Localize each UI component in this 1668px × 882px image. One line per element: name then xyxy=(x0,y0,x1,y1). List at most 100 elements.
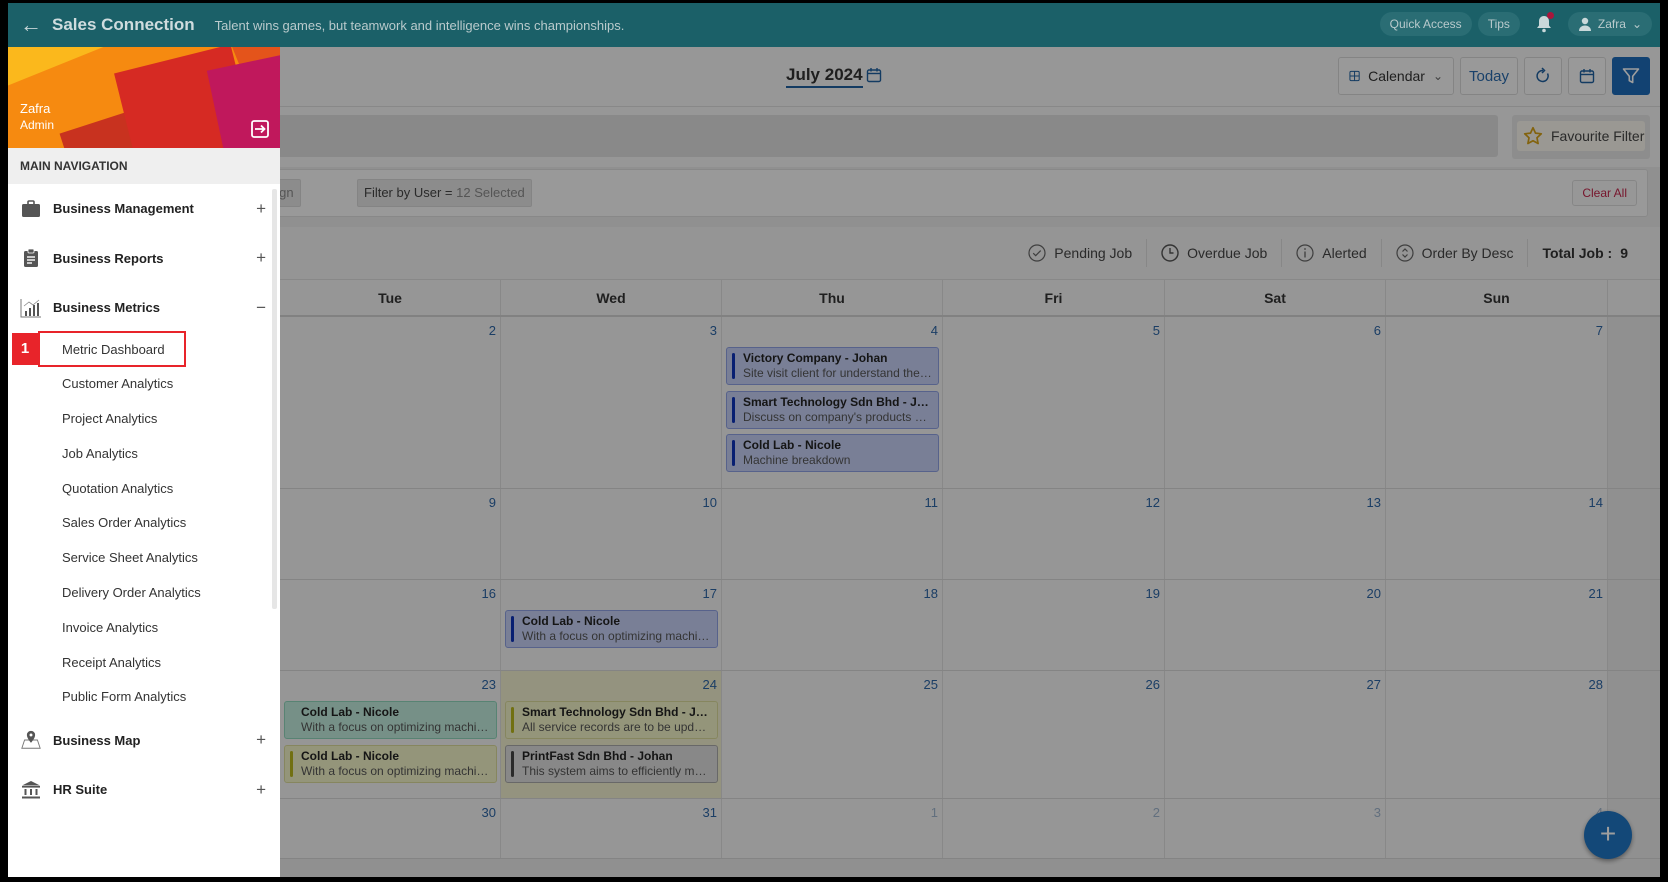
day-number[interactable]: 21 xyxy=(1589,586,1603,601)
sidebar-item-business-reports[interactable]: Business Reports + xyxy=(8,234,280,284)
sidebar-subitem-delivery-order-analytics[interactable]: Delivery Order Analytics xyxy=(8,576,280,611)
sidebar-item-business-map[interactable]: Business Map + xyxy=(8,715,280,765)
day-cell[interactable]: 7 xyxy=(1386,317,1608,488)
day-cell[interactable]: 3 xyxy=(1165,799,1386,858)
day-number[interactable]: 14 xyxy=(1589,495,1603,510)
user-menu[interactable]: Zafra ⌄ xyxy=(1567,12,1652,36)
logout-icon[interactable] xyxy=(250,119,270,144)
day-cell[interactable]: 4 xyxy=(1386,799,1608,858)
sidebar-subitem-metric-dashboard[interactable]: Metric Dashboard 1 xyxy=(8,330,280,368)
day-number[interactable]: 12 xyxy=(1146,495,1160,510)
day-number[interactable]: 18 xyxy=(924,586,938,601)
filter-chip-user[interactable]: Filter by User = 12 Selected xyxy=(357,179,532,207)
day-cell[interactable]: 31 xyxy=(501,799,722,858)
day-cell[interactable]: 13 xyxy=(1165,489,1386,579)
day-number[interactable]: 2 xyxy=(1153,805,1160,820)
sidebar-item-business-metrics[interactable]: Business Metrics − xyxy=(8,283,280,333)
day-cell[interactable]: 9 xyxy=(280,489,501,579)
clear-all-button[interactable]: Clear All xyxy=(1572,180,1637,206)
day-cell[interactable]: 18 xyxy=(722,580,943,670)
back-arrow-icon[interactable]: ← xyxy=(14,12,48,38)
quick-access-button[interactable]: Quick Access xyxy=(1379,12,1472,36)
day-number[interactable]: 20 xyxy=(1367,586,1381,601)
expand-icon[interactable]: + xyxy=(256,199,266,219)
day-cell[interactable]: 4 Victory Company - Johan Site visit clien… xyxy=(722,317,943,488)
day-cell[interactable]: 3 xyxy=(501,317,722,488)
sidebar-item-business-management[interactable]: Business Management + xyxy=(8,184,280,234)
day-cell[interactable]: 6 xyxy=(1165,317,1386,488)
sidebar-subitem-invoice-analytics[interactable]: Invoice Analytics xyxy=(8,611,280,646)
day-cell[interactable]: 21 xyxy=(1386,580,1608,670)
tips-button[interactable]: Tips xyxy=(1477,12,1520,36)
overdue-job-filter[interactable]: Overdue Job xyxy=(1147,239,1283,267)
day-number[interactable]: 27 xyxy=(1367,677,1381,692)
notification-bell-icon[interactable] xyxy=(1532,12,1556,36)
job-event[interactable]: Smart Technology Sdn Bhd - James All serv… xyxy=(505,701,718,739)
sidebar-subitem-service-sheet-analytics[interactable]: Service Sheet Analytics xyxy=(8,541,280,576)
day-cell[interactable]: 28 xyxy=(1386,671,1608,798)
day-cell[interactable]: 26 xyxy=(943,671,1165,798)
calendar-picker-icon[interactable] xyxy=(866,67,882,88)
collapse-icon[interactable]: − xyxy=(256,298,266,318)
sidebar-subitem-sales-order-analytics[interactable]: Sales Order Analytics xyxy=(8,506,280,541)
day-number[interactable]: 7 xyxy=(1596,323,1603,338)
day-number[interactable]: 10 xyxy=(703,495,717,510)
expand-icon[interactable]: + xyxy=(256,730,266,750)
day-number[interactable]: 26 xyxy=(1146,677,1160,692)
pending-job-filter[interactable]: Pending Job xyxy=(1014,239,1148,267)
month-title[interactable]: July 2024 xyxy=(786,65,863,88)
day-cell[interactable]: 20 xyxy=(1165,580,1386,670)
day-number[interactable]: 31 xyxy=(703,805,717,820)
sidebar-subitem-project-analytics[interactable]: Project Analytics xyxy=(8,402,280,437)
day-cell[interactable]: 24 Smart Technology Sdn Bhd - James All se… xyxy=(501,671,722,798)
expand-icon[interactable]: + xyxy=(256,248,266,268)
day-cell[interactable]: 10 xyxy=(501,489,722,579)
day-cell[interactable]: 23 Cold Lab - Nicole With a focus on optim… xyxy=(280,671,501,798)
day-cell[interactable]: 2 xyxy=(943,799,1165,858)
day-number[interactable]: 9 xyxy=(489,495,496,510)
job-event[interactable]: Cold Lab - Nicole With a focus on optimiz… xyxy=(284,744,497,783)
add-job-button[interactable]: + xyxy=(1584,811,1632,859)
day-cell[interactable]: 25 xyxy=(722,671,943,798)
day-number[interactable]: 3 xyxy=(1374,805,1381,820)
favourite-filter-button[interactable]: Favourite Filter xyxy=(1517,121,1645,151)
day-number[interactable]: 17 xyxy=(703,586,717,601)
day-number[interactable]: 2 xyxy=(489,323,496,338)
day-cell[interactable]: 17 Cold Lab - Nicole With a focus on optim… xyxy=(501,580,722,670)
sidebar-subitem-quotation-analytics[interactable]: Quotation Analytics xyxy=(8,472,280,507)
day-cell[interactable]: 5 xyxy=(943,317,1165,488)
sidebar-subitem-receipt-analytics[interactable]: Receipt Analytics xyxy=(8,646,280,681)
sidebar-subitem-customer-analytics[interactable]: Customer Analytics xyxy=(8,367,280,402)
day-cell[interactable]: 2 xyxy=(280,317,501,488)
job-event[interactable]: Cold Lab - Nicole Machine breakdown xyxy=(726,434,939,472)
day-cell[interactable]: 27 xyxy=(1165,671,1386,798)
day-number[interactable]: 4 xyxy=(931,323,938,338)
day-cell[interactable]: 11 xyxy=(722,489,943,579)
expand-icon[interactable]: + xyxy=(256,780,266,800)
day-number[interactable]: 11 xyxy=(925,495,939,510)
day-number[interactable]: 23 xyxy=(482,677,496,692)
view-select[interactable]: Calendar ⌄ xyxy=(1338,57,1454,95)
day-cell[interactable]: 16 xyxy=(280,580,501,670)
job-event[interactable]: Cold Lab - Nicole With a focus on optimiz… xyxy=(505,610,718,648)
day-cell[interactable]: 12 xyxy=(943,489,1165,579)
job-event[interactable]: Smart Technology Sdn Bhd - James Discuss … xyxy=(726,390,939,429)
day-number[interactable]: 6 xyxy=(1374,323,1381,338)
sidebar-subitem-job-analytics[interactable]: Job Analytics xyxy=(8,437,280,472)
filter-button[interactable] xyxy=(1612,57,1650,95)
today-button[interactable]: Today xyxy=(1460,57,1518,95)
day-cell[interactable]: 14 xyxy=(1386,489,1608,579)
day-number[interactable]: 30 xyxy=(482,805,496,820)
day-number[interactable]: 24 xyxy=(703,677,717,692)
order-by-toggle[interactable]: Order By Desc xyxy=(1382,239,1529,267)
day-number[interactable]: 25 xyxy=(924,677,938,692)
job-event[interactable]: Victory Company - Johan Site visit client… xyxy=(726,347,939,385)
alerted-filter[interactable]: Alerted xyxy=(1282,239,1382,267)
day-cell[interactable]: 1 xyxy=(722,799,943,858)
day-number[interactable]: 5 xyxy=(1153,323,1160,338)
sidebar-item-hr-suite[interactable]: HR Suite + xyxy=(8,765,280,815)
date-picker-button[interactable] xyxy=(1568,57,1606,95)
job-event[interactable]: Cold Lab - Nicole With a focus on optimiz… xyxy=(284,701,497,739)
day-number[interactable]: 19 xyxy=(1146,586,1160,601)
day-cell[interactable]: 19 xyxy=(943,580,1165,670)
